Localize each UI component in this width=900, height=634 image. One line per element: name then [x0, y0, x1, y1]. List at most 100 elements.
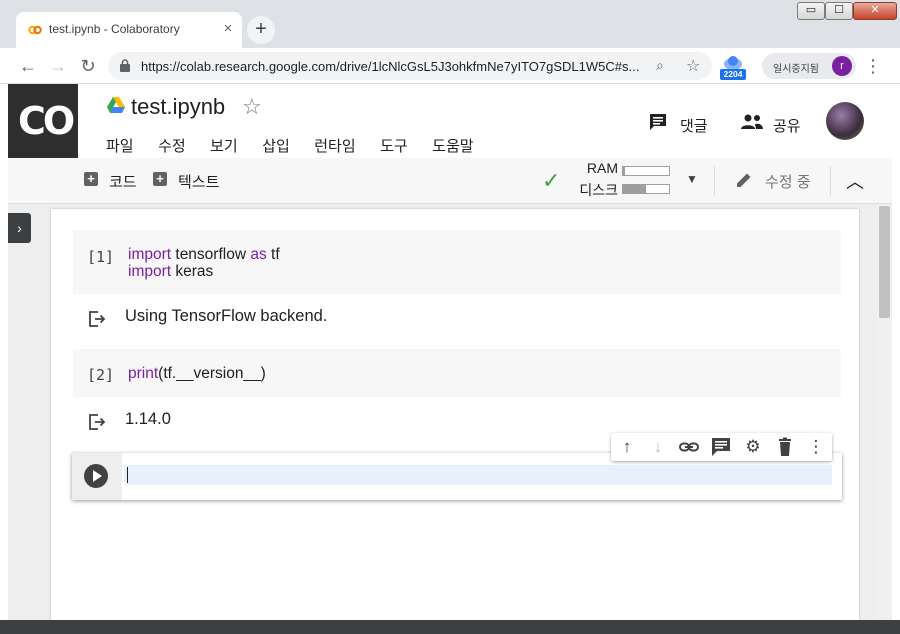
notebook-toolbar: + 코드 + 텍스트 ✓ RAM 디스크 ▼ 수정 중 ︿ [8, 158, 892, 204]
code-keyword: import [128, 246, 172, 263]
connected-check-icon: ✓ [542, 168, 561, 193]
link-icon[interactable] [678, 437, 700, 457]
profile-avatar: r [832, 56, 852, 76]
plus-icon: + [153, 172, 167, 186]
code-text: tensorflow [171, 246, 251, 263]
move-up-arrow-icon[interactable]: ↑ [616, 437, 638, 457]
ram-usage-fill [623, 167, 626, 175]
chevron-down-icon[interactable]: ▼ [686, 172, 698, 186]
code-editor[interactable]: print(tf.__version__) [128, 365, 266, 382]
code-cell[interactable]: [2] print(tf.__version__) [73, 349, 841, 397]
share-label: 공유 [773, 118, 801, 135]
disk-usage-fill [623, 185, 646, 193]
toolbar-divider [830, 166, 831, 196]
menu-file[interactable]: 파일 [106, 135, 134, 156]
code-editor[interactable]: import tensorflow as tf import keras [128, 246, 280, 280]
editing-mode-button[interactable]: 수정 중 [734, 170, 811, 192]
execution-count: [2] [87, 366, 115, 384]
lock-icon [120, 59, 130, 72]
code-keyword: print [128, 365, 159, 382]
back-arrow-icon[interactable]: ← [16, 54, 40, 78]
omnibox[interactable]: https://colab.research.google.com/drive/… [108, 52, 712, 80]
code-text: tf [266, 246, 280, 263]
colab-favicon-icon [28, 25, 42, 35]
extension-icon[interactable]: 2204 [720, 54, 746, 80]
menu-view[interactable]: 보기 [210, 135, 238, 156]
forward-arrow-icon[interactable]: → [46, 54, 70, 78]
menu-tools[interactable]: 도구 [380, 135, 408, 156]
code-text: keras [171, 263, 214, 280]
cell-toolbar: ↑ ↓ ⚙ ⋮ [611, 433, 832, 461]
trash-icon[interactable] [774, 437, 796, 457]
browser-menu-icon[interactable]: ⋮ [864, 54, 882, 78]
menu-edit[interactable]: 수정 [158, 135, 186, 156]
notebook-title[interactable]: test.ipynb [131, 94, 225, 120]
text-cursor [127, 467, 128, 483]
code-keyword: as [250, 246, 267, 263]
minimize-button[interactable]: ▭ [797, 2, 825, 20]
pencil-icon [737, 173, 751, 187]
output-arrow-icon[interactable] [87, 309, 107, 329]
ram-usage-bar [622, 166, 670, 176]
code-keyword: import [128, 263, 172, 280]
comments-label: 댓글 [680, 118, 708, 135]
code-cell[interactable]: [1] import tensorflow as tf import keras [73, 230, 841, 294]
run-cell-button[interactable] [84, 464, 108, 488]
chevron-up-icon[interactable]: ︿ [846, 168, 864, 194]
code-line: import tensorflow as tf [128, 246, 280, 263]
menu-insert[interactable]: 삽입 [262, 135, 290, 156]
comment-icon[interactable] [710, 437, 732, 457]
zoom-icon[interactable]: ⌕ [656, 57, 674, 75]
editing-mode-label: 수정 중 [765, 174, 811, 191]
colab-logo[interactable]: CO [8, 84, 78, 158]
browser-titlebar: test.ipynb - Colaboratory × + ▭ ☐ ✕ [0, 0, 900, 48]
add-text-button[interactable]: + 텍스트 [153, 170, 227, 192]
execution-count: [1] [87, 248, 115, 266]
code-line: print(tf.__version__) [128, 365, 266, 382]
menu-runtime[interactable]: 런타임 [314, 135, 355, 156]
tab-title: test.ipynb - Colaboratory [49, 22, 180, 36]
profile-chip[interactable]: 일시중지됨 r [762, 53, 856, 79]
output-text: 1.14.0 [125, 410, 171, 428]
close-window-button[interactable]: ✕ [853, 2, 897, 20]
plus-icon: + [84, 172, 98, 186]
menu-bar: 파일 수정 보기 삽입 런타임 도구 도움말 [106, 135, 494, 155]
output-arrow-icon[interactable] [87, 412, 107, 432]
gear-icon[interactable]: ⚙ [742, 437, 764, 457]
bookmark-star-icon[interactable]: ☆ [686, 56, 700, 76]
url-text[interactable]: https://colab.research.google.com/drive/… [141, 59, 661, 74]
code-line: import keras [128, 263, 213, 280]
scrollbar-thumb[interactable] [879, 206, 890, 318]
menu-help[interactable]: 도움말 [432, 135, 473, 156]
toolbar-divider [714, 166, 715, 196]
extension-badge: 2204 [720, 69, 746, 80]
tab-close-icon[interactable]: × [220, 20, 236, 38]
ram-label: RAM [586, 160, 618, 176]
sidebar-toggle-chevron-icon[interactable]: › [8, 213, 31, 243]
add-code-button[interactable]: + 코드 [84, 170, 140, 192]
comments-button[interactable]: 댓글 [648, 110, 712, 136]
user-avatar[interactable] [826, 102, 864, 140]
move-down-arrow-icon[interactable]: ↓ [647, 437, 669, 457]
add-code-label: 코드 [109, 174, 137, 191]
profile-status-label: 일시중지됨 [773, 64, 819, 75]
resource-monitor[interactable]: RAM 디스크 [570, 160, 680, 200]
code-text: (tf.__version__) [158, 365, 266, 382]
add-text-label: 텍스트 [178, 174, 220, 191]
google-drive-icon[interactable] [107, 97, 125, 113]
new-tab-button[interactable]: + [247, 16, 275, 44]
colab-logo-text: CO [18, 99, 75, 143]
reload-icon[interactable]: ↻ [76, 54, 100, 78]
share-button[interactable]: 공유 [740, 110, 806, 136]
disk-usage-bar [622, 184, 670, 194]
cloud-icon [724, 56, 742, 70]
browser-tab[interactable]: test.ipynb - Colaboratory × [16, 12, 242, 48]
star-notebook-icon[interactable]: ☆ [242, 94, 262, 120]
disk-label: 디스크 [579, 182, 618, 198]
output-text: Using TensorFlow backend. [125, 307, 328, 325]
maximize-button[interactable]: ☐ [825, 2, 853, 20]
code-editor[interactable] [124, 465, 832, 485]
comment-icon [650, 114, 666, 130]
people-icon [741, 114, 763, 129]
more-vert-icon[interactable]: ⋮ [805, 437, 827, 457]
